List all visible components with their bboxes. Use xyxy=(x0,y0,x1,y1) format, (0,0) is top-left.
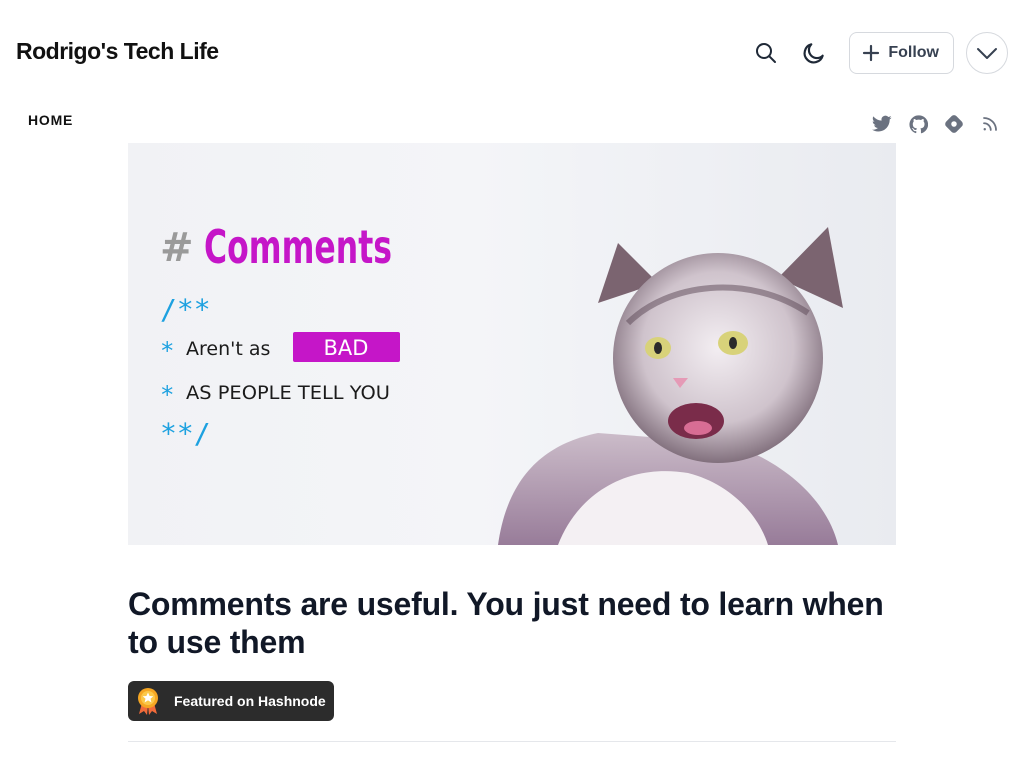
cover-highlight-text: BAD xyxy=(324,336,369,360)
social-links xyxy=(856,114,1000,134)
award-icon xyxy=(138,688,158,715)
twitter-icon xyxy=(872,115,892,132)
follow-label: Follow xyxy=(888,44,939,61)
rss-icon xyxy=(983,117,997,131)
search-button[interactable] xyxy=(745,32,787,74)
post-title: Comments are useful. You just need to le… xyxy=(128,586,884,660)
search-icon xyxy=(756,43,777,63)
divider xyxy=(128,741,896,742)
cover-line1: /** xyxy=(160,293,211,326)
twitter-link[interactable] xyxy=(872,114,892,134)
rss-link[interactable] xyxy=(980,114,1000,134)
moon-icon xyxy=(803,43,825,64)
follow-button[interactable]: Follow xyxy=(849,32,954,74)
more-menu-button[interactable] xyxy=(966,32,1008,74)
theme-toggle-button[interactable] xyxy=(793,32,835,74)
featured-badge-label: Featured on Hashnode xyxy=(174,693,326,709)
cover-line4: **/ xyxy=(160,417,211,450)
site-title[interactable]: Rodrigo's Tech Life xyxy=(16,38,219,65)
cover-line2-text: Aren't as xyxy=(186,338,270,360)
plus-icon xyxy=(863,44,880,62)
github-icon xyxy=(908,114,928,133)
cover-line2-star: * xyxy=(160,337,174,365)
cover-heading: Comments xyxy=(204,220,392,274)
cover-line3-star: * xyxy=(160,381,174,409)
cover-line3-text: AS PEOPLE TELL YOU xyxy=(186,382,390,404)
featured-badge[interactable]: Featured on Hashnode xyxy=(128,681,334,721)
cover-hash: # xyxy=(160,225,194,271)
chevron-down-icon xyxy=(977,48,997,59)
hashnode-icon xyxy=(945,115,963,133)
nav-home-link[interactable]: HOME xyxy=(28,112,73,128)
header-actions: Follow xyxy=(739,32,1008,74)
post-cover-image: # Comments /** * Aren't as BAD * AS PEOP… xyxy=(128,143,896,545)
github-link[interactable] xyxy=(908,114,928,134)
hashnode-link[interactable] xyxy=(944,114,964,134)
